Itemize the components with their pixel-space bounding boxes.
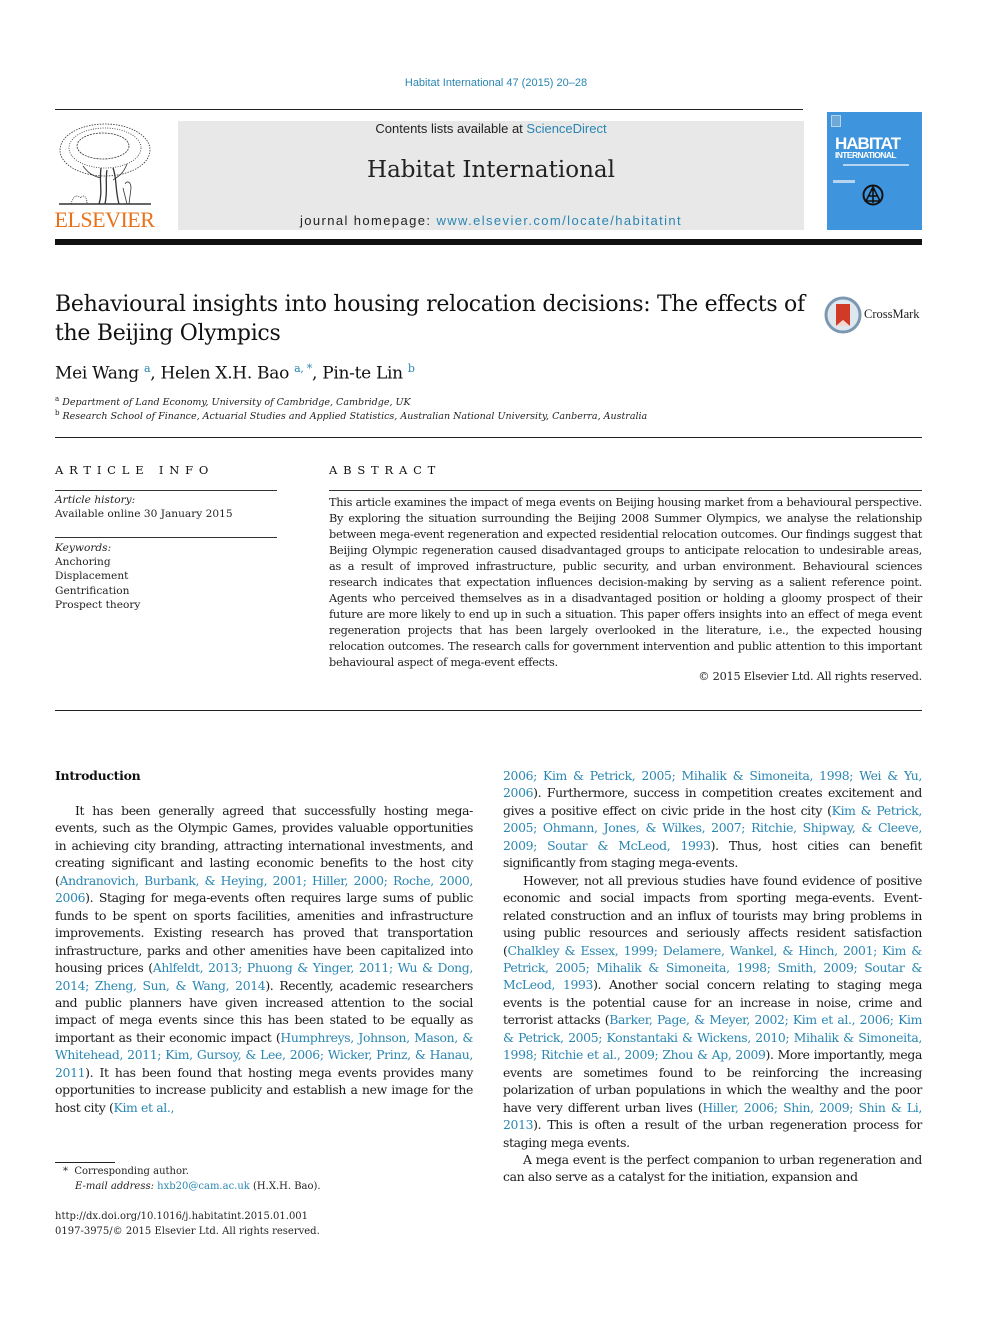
author-affiliation-mark[interactable]: b [408,362,415,375]
article-title: Behavioural insights into housing reloca… [55,292,805,346]
running-head[interactable]: Habitat International 47 (2015) 20–28 [0,77,992,89]
journal-cover-thumbnail[interactable]: HABITAT INTERNATIONAL [827,112,922,230]
crossmark-label: CrossMark [864,307,920,321]
cover-badge [831,115,841,127]
cover-subtitle: INTERNATIONAL [835,150,897,160]
journal-homepage-line: journal homepage: www.elsevier.com/locat… [299,213,683,228]
keyword: Gentrification [55,584,130,597]
author-affiliation-mark[interactable]: a, * [294,362,312,375]
footnote-rule [55,1162,115,1163]
introduction-heading: Introduction [55,768,141,783]
journal-masthead: Contents lists available at ScienceDirec… [178,121,804,230]
body-paragraph: It has been generally agreed that succes… [55,802,473,1116]
body-paragraph: 2006; Kim & Petrick, 2005; Mihalik & Sim… [503,767,922,872]
crossmark-button[interactable]: CrossMark [824,295,924,335]
abstract-copyright: © 2015 Elsevier Ltd. All rights reserved… [698,670,922,683]
body-text: ). This is often a result of the urban r… [503,1117,922,1150]
sciencedirect-link[interactable]: ScienceDirect [526,121,606,136]
email-link[interactable]: hxb20@cam.ac.uk [157,1181,250,1192]
keywords-block: Keywords: Anchoring Displacement Gentrif… [55,542,141,611]
elsevier-logo[interactable]: ELSEVIER [53,118,156,233]
cover-tagline [843,164,909,166]
keyword: Displacement [55,570,129,583]
abstract-text: This article examines the impact of mega… [329,496,922,669]
section-rule [55,710,922,711]
body-paragraph: A mega event is the perfect companion to… [503,1151,922,1186]
article-info-rule [55,490,277,491]
body-paragraph: However, not all previous studies have f… [503,872,922,1151]
keyword: Prospect theory [55,598,141,611]
journal-homepage-link[interactable]: www.elsevier.com/locate/habitatint [436,213,682,228]
author-name[interactable]: Mei Wang [55,364,139,384]
section-rule [55,437,922,438]
abstract-rule [329,490,922,491]
article-info-heading: ARTICLE INFO [55,463,215,477]
abstract-heading: ABSTRACT [329,463,442,477]
author-name[interactable]: Helen X.H. Bao [160,364,289,384]
contents-line: Contents lists available at ScienceDirec… [375,121,607,136]
body-column-left: It has been generally agreed that succes… [55,802,473,1116]
article-history: Article history: Available online 30 Jan… [55,494,233,521]
body-text: A mega event is the perfect companion to… [503,1151,922,1185]
author-name[interactable]: Pin-te Lin [322,364,403,384]
journal-name: Habitat International [367,157,615,183]
author-list: Mei Wang a, Helen X.H. Bao a, *, Pin-te … [55,362,415,384]
doi-link[interactable]: http://dx.doi.org/10.1016/j.habitatint.2… [55,1211,308,1222]
issn-line: 0197-3975/© 2015 Elsevier Ltd. All right… [55,1226,320,1237]
elsevier-tree-icon [59,123,151,205]
citation-link[interactable]: Kim et al., [114,1100,175,1115]
cover-volume [833,180,855,183]
keyword: Anchoring [55,556,111,569]
crossmark-icon [824,296,862,334]
affiliation: b Research School of Finance, Actuarial … [55,409,648,423]
header-rule [55,109,803,110]
header-thick-rule [55,239,922,245]
article-info-rule [55,537,277,538]
email-note: E-mail address: hxb20@cam.ac.uk (H.X.H. … [75,1181,321,1192]
affiliation: a Department of Land Economy, University… [55,395,411,409]
corresponding-author-note: * Corresponding author. [63,1166,189,1177]
elsevier-wordmark: ELSEVIER [54,207,155,232]
cover-emblem-icon [862,184,884,206]
body-column-right: 2006; Kim & Petrick, 2005; Mihalik & Sim… [503,767,922,1186]
